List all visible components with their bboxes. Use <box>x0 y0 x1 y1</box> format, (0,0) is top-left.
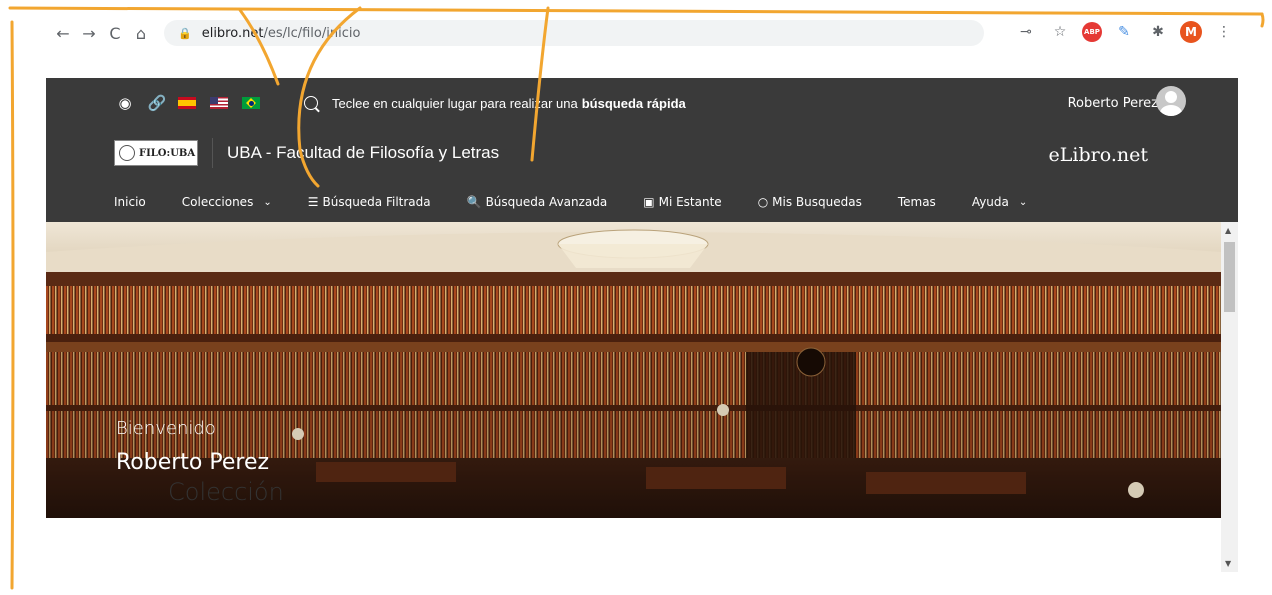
elibro-logo[interactable]: eLibro.net <box>1049 144 1148 166</box>
hero-banner: Bienvenido Roberto Perez <box>46 222 1221 518</box>
brand-row: FILO:UBA UBA - Facultad de Filosofía y L… <box>114 138 499 168</box>
nav-mis-busquedas[interactable]: ○ Mis Busquedas <box>758 195 862 209</box>
nav-colecciones[interactable]: Colecciones ⌄ <box>182 195 272 209</box>
scroll-up-icon[interactable]: ▲ <box>1225 226 1231 235</box>
welcome-label: Bienvenido <box>116 418 216 439</box>
menu-icon[interactable]: ⋮ <box>1212 20 1236 44</box>
link-icon[interactable]: 🔗 <box>146 92 168 114</box>
key-icon[interactable]: ⊸ <box>1014 20 1038 44</box>
pen-icon[interactable]: ✎ <box>1112 20 1136 44</box>
url-path: /es/lc/filo/inicio <box>263 25 361 41</box>
annotation-top-line <box>8 6 1264 16</box>
lock-icon: 🔒 <box>178 26 192 40</box>
nav-busqueda-avanzada[interactable]: 🔍 Búsqueda Avanzada <box>467 195 608 209</box>
globe-icon[interactable]: ◉ <box>114 92 136 114</box>
institution-logo-text: FILO:UBA <box>139 147 196 159</box>
section-title: Colección <box>168 478 284 506</box>
brazil-flag-icon[interactable] <box>242 97 260 109</box>
address-bar[interactable]: 🔒 elibro.net/es/lc/filo/inicio <box>164 20 984 46</box>
chevron-down-icon: ⌄ <box>1018 196 1028 208</box>
seal-icon <box>119 145 135 161</box>
spain-flag-icon[interactable] <box>178 97 196 109</box>
annotation-left-line <box>10 20 15 590</box>
puzzle-icon[interactable]: ✱ <box>1146 20 1170 44</box>
chevron-down-icon: ⌄ <box>263 196 272 208</box>
nav-temas[interactable]: Temas <box>898 195 936 209</box>
magnifier-icon: ○ <box>757 195 769 209</box>
quick-search-bold: búsqueda rápida <box>581 95 686 111</box>
quick-search-text: Teclee en cualquier lugar para realizar … <box>332 95 578 111</box>
reload-icon[interactable]: C <box>102 20 128 46</box>
institution-title: UBA - Facultad de Filosofía y Letras <box>227 143 500 162</box>
nav-label: Colecciones <box>181 195 254 209</box>
url-host: elibro.net <box>201 25 264 41</box>
scroll-down-icon[interactable]: ▼ <box>1225 559 1231 568</box>
brand-divider <box>212 138 213 168</box>
home-icon[interactable]: ⌂ <box>128 20 154 46</box>
nav-label: Búsqueda Avanzada <box>485 195 608 209</box>
nav-busqueda-filtrada[interactable]: ☰ Búsqueda Filtrada <box>308 195 431 209</box>
browser-extensions: ⊸ ☆ ABP ✎ ✱ M ⋮ <box>1014 20 1236 44</box>
nav-label: Ayuda <box>971 195 1009 209</box>
nav-label: Inicio <box>114 195 146 209</box>
page-scrollbar[interactable]: ▲ ▼ <box>1221 222 1238 572</box>
filter-icon: ☰ <box>307 195 319 209</box>
institution-logo[interactable]: FILO:UBA <box>114 140 198 166</box>
search-icon <box>304 96 318 110</box>
nav-mi-estante[interactable]: ▣ Mi Estante <box>643 195 721 209</box>
browser-toolbar: ← → C ⌂ 🔒 elibro.net/es/lc/filo/inicio ⊸… <box>0 18 1272 48</box>
star-icon[interactable]: ☆ <box>1048 20 1072 44</box>
profile-avatar[interactable]: M <box>1180 21 1202 43</box>
nav-label: Temas <box>897 195 936 209</box>
back-icon[interactable]: ← <box>50 20 76 46</box>
shelf-icon: ▣ <box>643 195 655 209</box>
user-avatar[interactable] <box>1156 86 1186 116</box>
site-header: ◉ 🔗 Teclee en cualquier lugar para reali… <box>46 78 1238 222</box>
nav-label: Mis Busquedas <box>772 195 862 209</box>
quick-search[interactable]: Teclee en cualquier lugar para realizar … <box>304 92 686 114</box>
scroll-thumb[interactable] <box>1224 242 1235 312</box>
adblock-icon[interactable]: ABP <box>1082 22 1102 42</box>
user-name[interactable]: Roberto Perez <box>1068 90 1158 116</box>
nav-label: Mi Estante <box>658 195 722 209</box>
main-navigation: Inicio Colecciones ⌄ ☰ Búsqueda Filtrada 🔍… <box>114 191 1063 213</box>
forward-icon[interactable]: → <box>76 20 102 46</box>
welcome-user-name: Roberto Perez <box>116 450 270 475</box>
usa-flag-icon[interactable] <box>210 97 228 109</box>
nav-inicio[interactable]: Inicio <box>114 195 146 209</box>
nav-ayuda[interactable]: Ayuda ⌄ <box>972 195 1027 209</box>
nav-label: Búsqueda Filtrada <box>322 195 431 209</box>
search-icon: 🔍 <box>466 195 482 209</box>
header-utilities: ◉ 🔗 <box>114 92 274 114</box>
